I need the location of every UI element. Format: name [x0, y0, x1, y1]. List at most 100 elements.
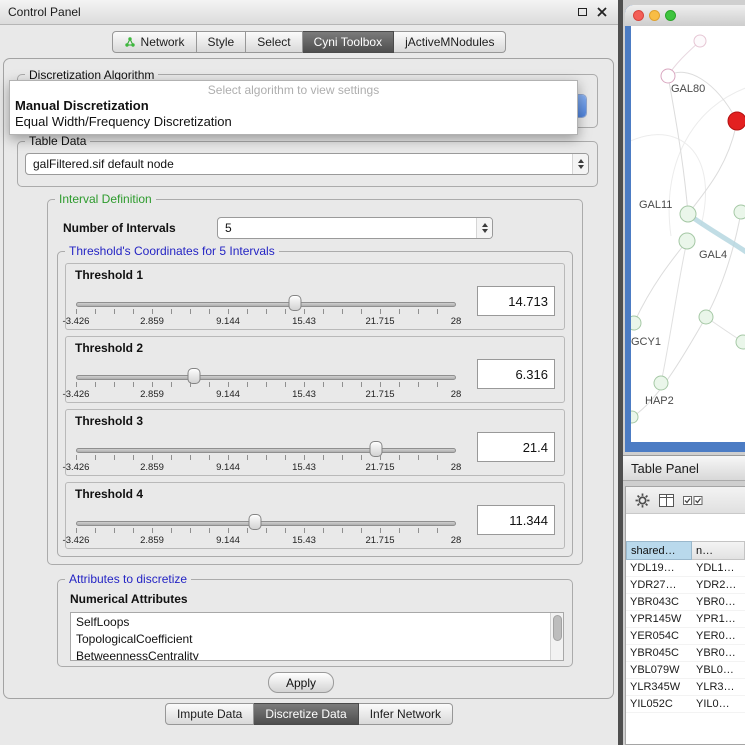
columns-icon[interactable] — [659, 494, 674, 507]
close-icon[interactable] — [594, 4, 610, 20]
tab-jactivemnodules[interactable]: jActiveMNodules — [394, 31, 506, 53]
number-of-intervals-label: Number of Intervals — [63, 221, 176, 235]
slider-scale-label: 9.144 — [216, 535, 240, 546]
table-spacer — [626, 514, 745, 541]
slider-scale-label: -3.426 — [63, 535, 90, 546]
table-body: YDL19…YDL1…YDR27…YDR2…YBR043CYBR0…YPR145… — [626, 560, 745, 713]
network-window-titlebar — [625, 5, 745, 26]
threshold-4-slider[interactable]: -3.4262.8599.14415.4321.71528 — [76, 515, 456, 547]
table-row[interactable]: YBR045CYBR0… — [626, 645, 745, 662]
slider-track[interactable] — [76, 521, 456, 526]
thresholds-group-label: Threshold's Coordinates for 5 Intervals — [65, 244, 279, 258]
column-header-name[interactable]: n… — [692, 541, 745, 560]
table-cell[interactable]: YIL0… — [692, 696, 745, 712]
table-cell[interactable]: YIL052C — [626, 696, 692, 712]
table-panel-titlebar: Table Panel — [623, 455, 745, 481]
tab-discretize-data[interactable]: Discretize Data — [254, 703, 358, 725]
table-data-combobox[interactable]: galFiltered.sif default node — [25, 153, 589, 175]
table-cell[interactable]: YDL19… — [626, 560, 692, 576]
table-row[interactable]: YDL19…YDL1… — [626, 560, 745, 577]
table-row[interactable]: YER054CYER0… — [626, 628, 745, 645]
cyni-bottom-tabs: Impute Data Discretize Data Infer Networ… — [0, 703, 618, 725]
node-label-gal4: GAL4 — [699, 249, 727, 261]
tab-cyni-toolbox[interactable]: Cyni Toolbox — [303, 31, 394, 53]
network-canvas[interactable]: GAL80 GAL11 GAL4 GCY1 HAP2 — [631, 26, 745, 442]
table-cell[interactable]: YDR27… — [626, 577, 692, 593]
table-panel-title: Table Panel — [631, 461, 699, 476]
table-cell[interactable]: YPR1… — [692, 611, 745, 627]
slider-scale-label: 28 — [451, 462, 462, 473]
dropdown-option-equal-width[interactable]: Equal Width/Frequency Discretization — [10, 113, 577, 130]
table-panel-window: shared… n… YDL19…YDL1…YDR27…YDR2…YBR043C… — [625, 486, 745, 745]
threshold-1-label: Threshold 1 — [75, 268, 143, 282]
slider-scale-label: 28 — [451, 316, 462, 327]
slider-scale-label: 15.43 — [292, 462, 316, 473]
red-light-icon[interactable] — [633, 10, 644, 21]
list-scrollbar[interactable] — [550, 613, 563, 660]
threshold-2-value-field[interactable]: 6.316 — [477, 359, 555, 389]
slider-scale-label: -3.426 — [63, 316, 90, 327]
threshold-1-value-field[interactable]: 14.713 — [477, 286, 555, 316]
threshold-3-slider[interactable]: -3.4262.8599.14415.4321.71528 — [76, 442, 456, 474]
number-of-intervals-combobox[interactable]: 5 — [217, 217, 493, 239]
threshold-2-slider[interactable]: -3.4262.8599.14415.4321.71528 — [76, 369, 456, 401]
slider-scale: -3.4262.8599.14415.4321.71528 — [76, 316, 456, 328]
slider-scale-label: 21.715 — [365, 535, 394, 546]
slider-scale-label: 21.715 — [365, 389, 394, 400]
table-cell[interactable]: YER054C — [626, 628, 692, 644]
table-cell[interactable]: YBL079W — [626, 662, 692, 678]
table-row[interactable]: YBR043CYBR0… — [626, 594, 745, 611]
table-cell[interactable]: YER0… — [692, 628, 745, 644]
threshold-4-value-field[interactable]: 11.344 — [477, 505, 555, 535]
apply-button[interactable]: Apply — [268, 672, 334, 693]
row-select-checks-icon[interactable] — [683, 495, 703, 506]
table-header-row: shared… n… — [626, 541, 745, 560]
slider-track[interactable] — [76, 448, 456, 453]
yellow-light-icon[interactable] — [649, 10, 660, 21]
tab-style[interactable]: Style — [197, 31, 247, 53]
table-row[interactable]: YBL079WYBL0… — [626, 662, 745, 679]
dropdown-option-manual[interactable]: Manual Discretization — [10, 97, 577, 113]
control-panel-titlebar: Control Panel — [0, 0, 618, 25]
table-cell[interactable]: YBR0… — [692, 645, 745, 661]
table-cell[interactable]: YDR2… — [692, 577, 745, 593]
threshold-1-slider[interactable]: -3.4262.8599.14415.4321.71528 — [76, 296, 456, 328]
table-cell[interactable]: YBR045C — [626, 645, 692, 661]
table-row[interactable]: YDR27…YDR2… — [626, 577, 745, 594]
column-header-shared-name[interactable]: shared… — [626, 541, 692, 560]
table-cell[interactable]: YLR3… — [692, 679, 745, 695]
table-cell[interactable]: YBR0… — [692, 594, 745, 610]
table-cell[interactable]: YDL1… — [692, 560, 745, 576]
green-light-icon[interactable] — [665, 10, 676, 21]
tab-network[interactable]: Network — [112, 31, 197, 53]
slider-track[interactable] — [76, 302, 456, 307]
tab-infer-network[interactable]: Infer Network — [359, 703, 453, 725]
table-row[interactable]: YLR345WYLR3… — [626, 679, 745, 696]
stepper-arrows-icon[interactable] — [572, 154, 588, 174]
table-cell[interactable]: YBR043C — [626, 594, 692, 610]
scrollbar-thumb[interactable] — [553, 615, 562, 641]
threshold-2-label: Threshold 2 — [75, 341, 143, 355]
slider-ticks — [76, 528, 456, 533]
table-cell[interactable]: YBL0… — [692, 662, 745, 678]
attribute-list-item[interactable]: TopologicalCoefficient — [71, 631, 550, 648]
tab-label: Network — [141, 35, 185, 49]
numerical-attributes-list: SelfLoopsTopologicalCoefficientBetweenne… — [70, 612, 564, 661]
threshold-3-value-field[interactable]: 21.4 — [477, 432, 555, 462]
attribute-list-item[interactable]: SelfLoops — [71, 614, 550, 631]
slider-scale-label: 2.859 — [140, 535, 164, 546]
tab-select[interactable]: Select — [246, 31, 302, 53]
float-icon[interactable] — [574, 4, 590, 20]
table-row[interactable]: YIL052CYIL0… — [626, 696, 745, 713]
table-row[interactable]: YPR145WYPR1… — [626, 611, 745, 628]
gear-icon[interactable] — [635, 493, 650, 508]
slider-track[interactable] — [76, 375, 456, 380]
stepper-arrows-icon[interactable] — [476, 218, 492, 238]
control-panel: Control Panel Network Style Select Cyni … — [0, 0, 618, 745]
table-cell[interactable]: YLR345W — [626, 679, 692, 695]
slider-scale-label: 9.144 — [216, 389, 240, 400]
tab-impute-data[interactable]: Impute Data — [165, 703, 254, 725]
attribute-list-item[interactable]: BetweennessCentrality — [71, 648, 550, 660]
slider-scale: -3.4262.8599.14415.4321.71528 — [76, 389, 456, 401]
table-cell[interactable]: YPR145W — [626, 611, 692, 627]
